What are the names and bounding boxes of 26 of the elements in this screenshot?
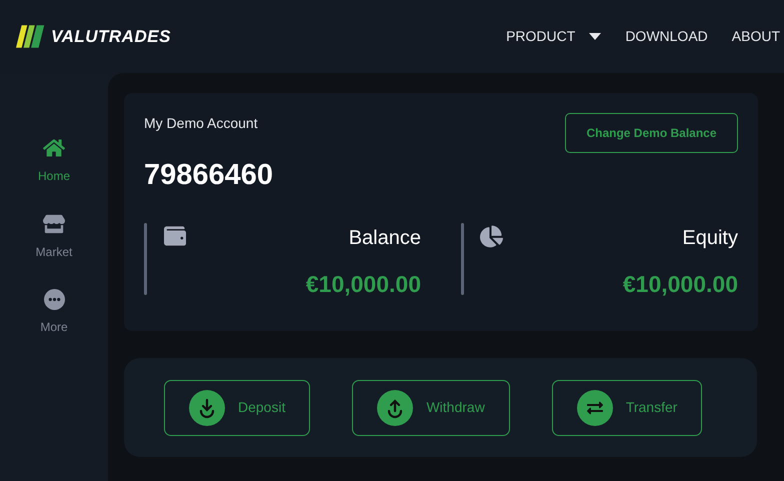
nav-link[interactable]: PRODUCT — [506, 26, 602, 47]
transfer-icon — [576, 390, 613, 426]
more-icon — [44, 289, 64, 310]
home-icon — [43, 137, 65, 159]
logo-text: VALUTRADES — [51, 26, 171, 48]
sidebar-item[interactable]: Market — [19, 213, 89, 261]
action-button[interactable]: Withdraw — [352, 380, 510, 436]
stat-value: €10,000.00 — [306, 270, 421, 298]
caret-icon — [589, 33, 602, 40]
sidebar-item[interactable]: More — [19, 289, 89, 336]
nav-link[interactable]: DOWNLOAD — [625, 26, 708, 47]
nav-link[interactable]: ABOUT — [732, 26, 780, 47]
pie-chart-icon — [480, 224, 503, 248]
wallet-icon — [163, 224, 187, 246]
download-icon — [189, 390, 225, 426]
upload-icon — [377, 390, 414, 426]
store-icon — [43, 213, 65, 235]
action-button[interactable]: Transfer — [552, 380, 702, 436]
change-balance-button[interactable]: Change Demo Balance — [565, 113, 738, 153]
account-number: 79866460 — [144, 158, 274, 193]
stat-label: Balance — [348, 226, 421, 250]
sidebar-item[interactable]: Home — [19, 137, 89, 185]
stat-label: Equity — [682, 226, 738, 250]
account-title: My Demo Account — [144, 114, 259, 133]
stat-value: €10,000.00 — [622, 270, 738, 298]
action-button[interactable]: Deposit — [164, 380, 310, 436]
